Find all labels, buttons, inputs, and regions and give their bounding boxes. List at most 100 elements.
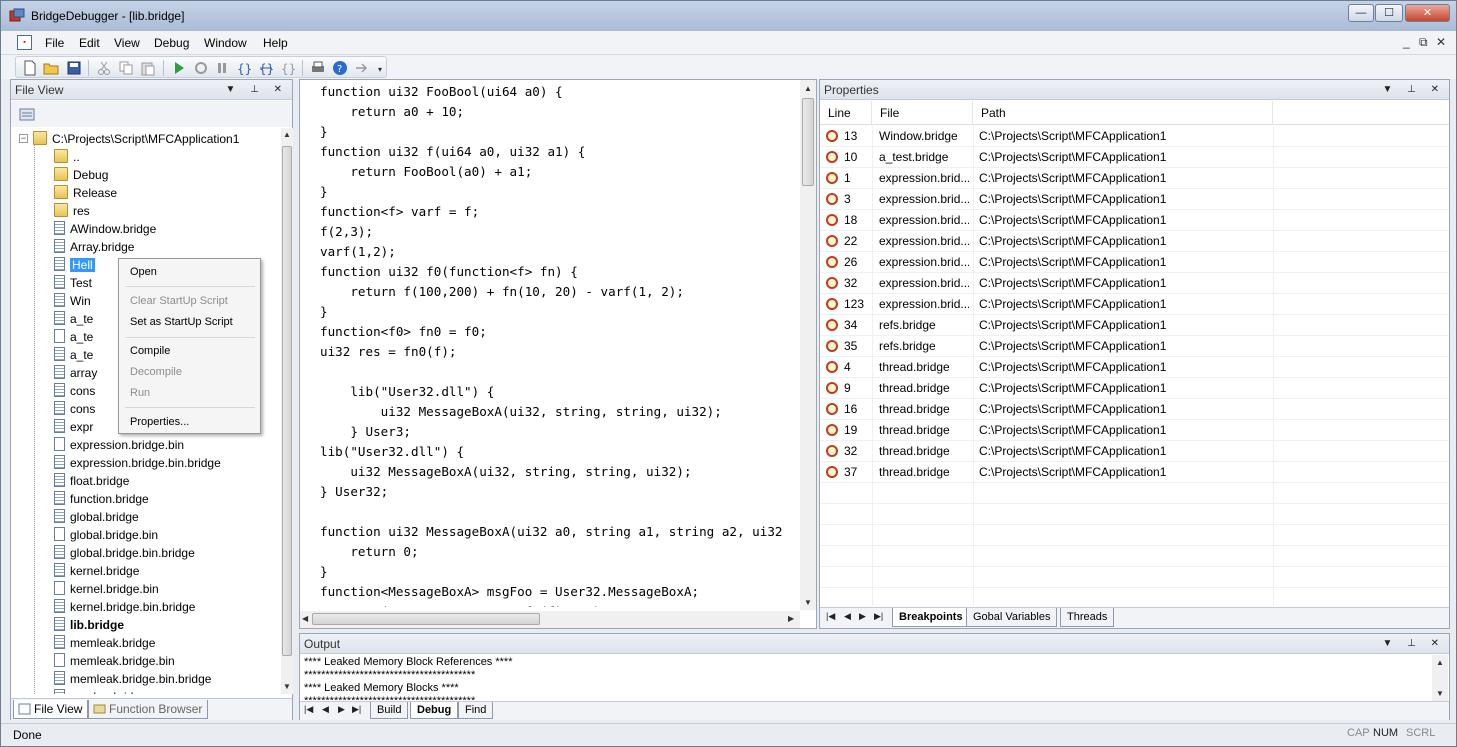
copy-icon[interactable]	[118, 60, 134, 76]
scroll-up-icon[interactable]: ▲	[1436, 658, 1444, 667]
tree-item[interactable]: global.bridge	[54, 508, 139, 526]
tree-item[interactable]: res	[54, 202, 90, 220]
code-line[interactable]: function ui32 f0(function<f> fn) {	[320, 262, 800, 282]
breakpoint-row[interactable]: 37 thread.bridge C:\Projects\Script\MFCApp…	[820, 462, 1449, 483]
code-line[interactable]: return FooBool(a0) + a1;	[320, 162, 800, 182]
tree-item[interactable]: array	[54, 364, 97, 382]
code-line[interactable]: function<f> varf = f;	[320, 202, 800, 222]
menu-item-properties[interactable]: Properties...	[130, 414, 189, 430]
tree-item[interactable]: expression.bridge.bin.bridge	[54, 454, 221, 472]
minimize-button[interactable]: —	[1348, 4, 1374, 22]
breakpoint-row[interactable]: 10 a_test.bridge C:\Projects\Script\MFCApp…	[820, 147, 1449, 168]
tab-debug[interactable]: Debug	[410, 702, 459, 719]
title-bar[interactable]: BridgeDebugger - [lib.bridge] — ☐ ✕	[1, 1, 1456, 31]
menu-item-clear-startup[interactable]: Clear StartUp Script	[130, 293, 228, 309]
code-line[interactable]: function ui32 FooBool(ui64 a0) {	[320, 82, 800, 102]
breakpoint-row[interactable]: 1 expression.brid... C:\Projects\Script\MF…	[820, 168, 1449, 189]
open-folder-icon[interactable]	[43, 60, 59, 76]
code-line[interactable]: return 0;	[320, 542, 800, 562]
pause-icon[interactable]	[214, 60, 230, 76]
maximize-button[interactable]: ☐	[1375, 4, 1403, 22]
file-tree-scrollbar[interactable]: ▲ ▼	[281, 128, 293, 694]
tree-item[interactable]: float.bridge	[54, 472, 129, 490]
scroll-up-icon[interactable]: ▲	[804, 84, 812, 93]
toolbar-overflow-icon[interactable]: ▾	[378, 65, 382, 74]
column-header-path[interactable]: Path	[973, 101, 1273, 125]
tree-item[interactable]: a_te	[54, 328, 93, 346]
editor-vertical-scrollbar[interactable]: ▲ ▼	[800, 80, 816, 610]
scroll-down-icon[interactable]: ▼	[283, 682, 291, 691]
code-line[interactable]: varf(1,2);	[320, 242, 800, 262]
breakpoint-row[interactable]: 16 thread.bridge C:\Projects\Script\MFCApp…	[820, 399, 1449, 420]
code-line[interactable]: } User32;	[320, 482, 800, 502]
scroll-right-icon[interactable]: ▶	[788, 614, 794, 623]
paste-icon[interactable]	[140, 60, 156, 76]
code-line[interactable]: ui32 res = fn0(f);	[320, 342, 800, 362]
step-out-icon[interactable]: {}	[280, 60, 296, 76]
breakpoint-row[interactable]: 13 Window.bridge C:\Projects\Script\MFCApp…	[820, 126, 1449, 147]
doc-icon[interactable]: ▪	[17, 35, 32, 50]
tree-item[interactable]: global.bridge.bin.bridge	[54, 544, 195, 562]
new-file-icon[interactable]	[22, 60, 38, 76]
next-tab-icon[interactable]: ▶	[338, 704, 345, 715]
scroll-thumb[interactable]	[802, 98, 814, 186]
breakpoints-list[interactable]: 13 Window.bridge C:\Projects\Script\MFCApp…	[820, 126, 1449, 606]
scroll-thumb[interactable]	[312, 613, 540, 625]
mdi-close-button[interactable]: ✕	[1436, 35, 1446, 49]
code-text[interactable]: function ui32 FooBool(ui64 a0) { return …	[320, 82, 800, 607]
menu-file[interactable]: File	[45, 36, 64, 50]
tree-root[interactable]: C:\Projects\Script\MFCApplication1	[33, 130, 239, 148]
code-line[interactable]	[320, 502, 800, 522]
menu-item-decompile[interactable]: Decompile	[130, 364, 182, 380]
last-tab-icon[interactable]: ▶|	[874, 611, 883, 622]
tree-item[interactable]: Array.bridge	[54, 238, 134, 256]
prev-tab-icon[interactable]: ◀	[322, 704, 329, 715]
breakpoint-row[interactable]: 32 expression.brid... C:\Projects\Script\M…	[820, 273, 1449, 294]
menu-debug[interactable]: Debug	[154, 36, 189, 50]
tab-file-view[interactable]: File View	[13, 700, 89, 719]
breakpoint-row[interactable]: 35 refs.bridge C:\Projects\Script\MFCAppli…	[820, 336, 1449, 357]
tree-item[interactable]: ..	[54, 148, 80, 166]
tree-item[interactable]: lib.bridge	[54, 616, 124, 634]
tree-item[interactable]: function.bridge	[54, 490, 149, 508]
output-scrollbar[interactable]: ▲ ▼	[1432, 655, 1448, 701]
breakpoint-row[interactable]: 4 thread.bridge C:\Projects\Script\MFCAppl…	[820, 357, 1449, 378]
context-help-icon[interactable]	[354, 60, 370, 76]
scroll-up-icon[interactable]: ▲	[283, 130, 291, 139]
scroll-thumb[interactable]	[282, 146, 292, 656]
prev-tab-icon[interactable]: ◀	[844, 611, 851, 622]
mdi-minimize-button[interactable]: _	[1403, 35, 1410, 49]
tree-item[interactable]: expr	[54, 418, 93, 436]
close-button[interactable]: ✕	[1405, 4, 1450, 22]
mdi-restore-button[interactable]: ⧉	[1419, 35, 1428, 50]
menu-item-set-startup[interactable]: Set as StartUp Script	[130, 314, 233, 330]
pane-header-buttons[interactable]: ▼ ⊥ ✕	[1382, 634, 1445, 654]
code-line[interactable]	[320, 362, 800, 382]
tree-item[interactable]: cons	[54, 400, 95, 418]
run-icon[interactable]	[171, 60, 187, 76]
menu-item-compile[interactable]: Compile	[130, 343, 170, 359]
help-icon[interactable]: ?	[332, 60, 348, 76]
tree-item[interactable]: memleak.bridge.bin	[54, 652, 175, 670]
tree-item[interactable]: memleak.bridge	[54, 634, 155, 652]
breakpoint-row[interactable]: 32 thread.bridge C:\Projects\Script\MFCApp…	[820, 441, 1449, 462]
tree-item[interactable]: Win	[54, 292, 91, 310]
save-icon[interactable]	[66, 60, 82, 76]
tab-global-variables[interactable]: Gobal Variables	[966, 608, 1058, 627]
breakpoint-row[interactable]: 123 expression.brid... C:\Projects\Script\…	[820, 294, 1449, 315]
tree-item[interactable]: number.bridge	[54, 688, 147, 694]
code-line[interactable]: //msgFoo(0,"res = " + res,"f0(f):",0);	[320, 602, 800, 607]
breakpoint-row[interactable]: 22 expression.brid... C:\Projects\Script\M…	[820, 231, 1449, 252]
tree-item[interactable]: kernel.bridge.bin.bridge	[54, 598, 195, 616]
code-line[interactable]: } User3;	[320, 422, 800, 442]
scroll-down-icon[interactable]: ▼	[1436, 689, 1444, 698]
last-tab-icon[interactable]: ▶|	[352, 704, 361, 715]
tree-item[interactable]: expression.bridge.bin	[54, 436, 184, 454]
code-line[interactable]: lib("User32.dll") {	[320, 382, 800, 402]
first-tab-icon[interactable]: |◀	[826, 611, 835, 622]
code-line[interactable]: function ui32 f(ui64 a0, ui32 a1) {	[320, 142, 800, 162]
collapse-icon[interactable]: −	[19, 134, 28, 143]
code-line[interactable]: }	[320, 302, 800, 322]
tree-item[interactable]: global.bridge.bin	[54, 526, 158, 544]
next-tab-icon[interactable]: ▶	[859, 611, 866, 622]
